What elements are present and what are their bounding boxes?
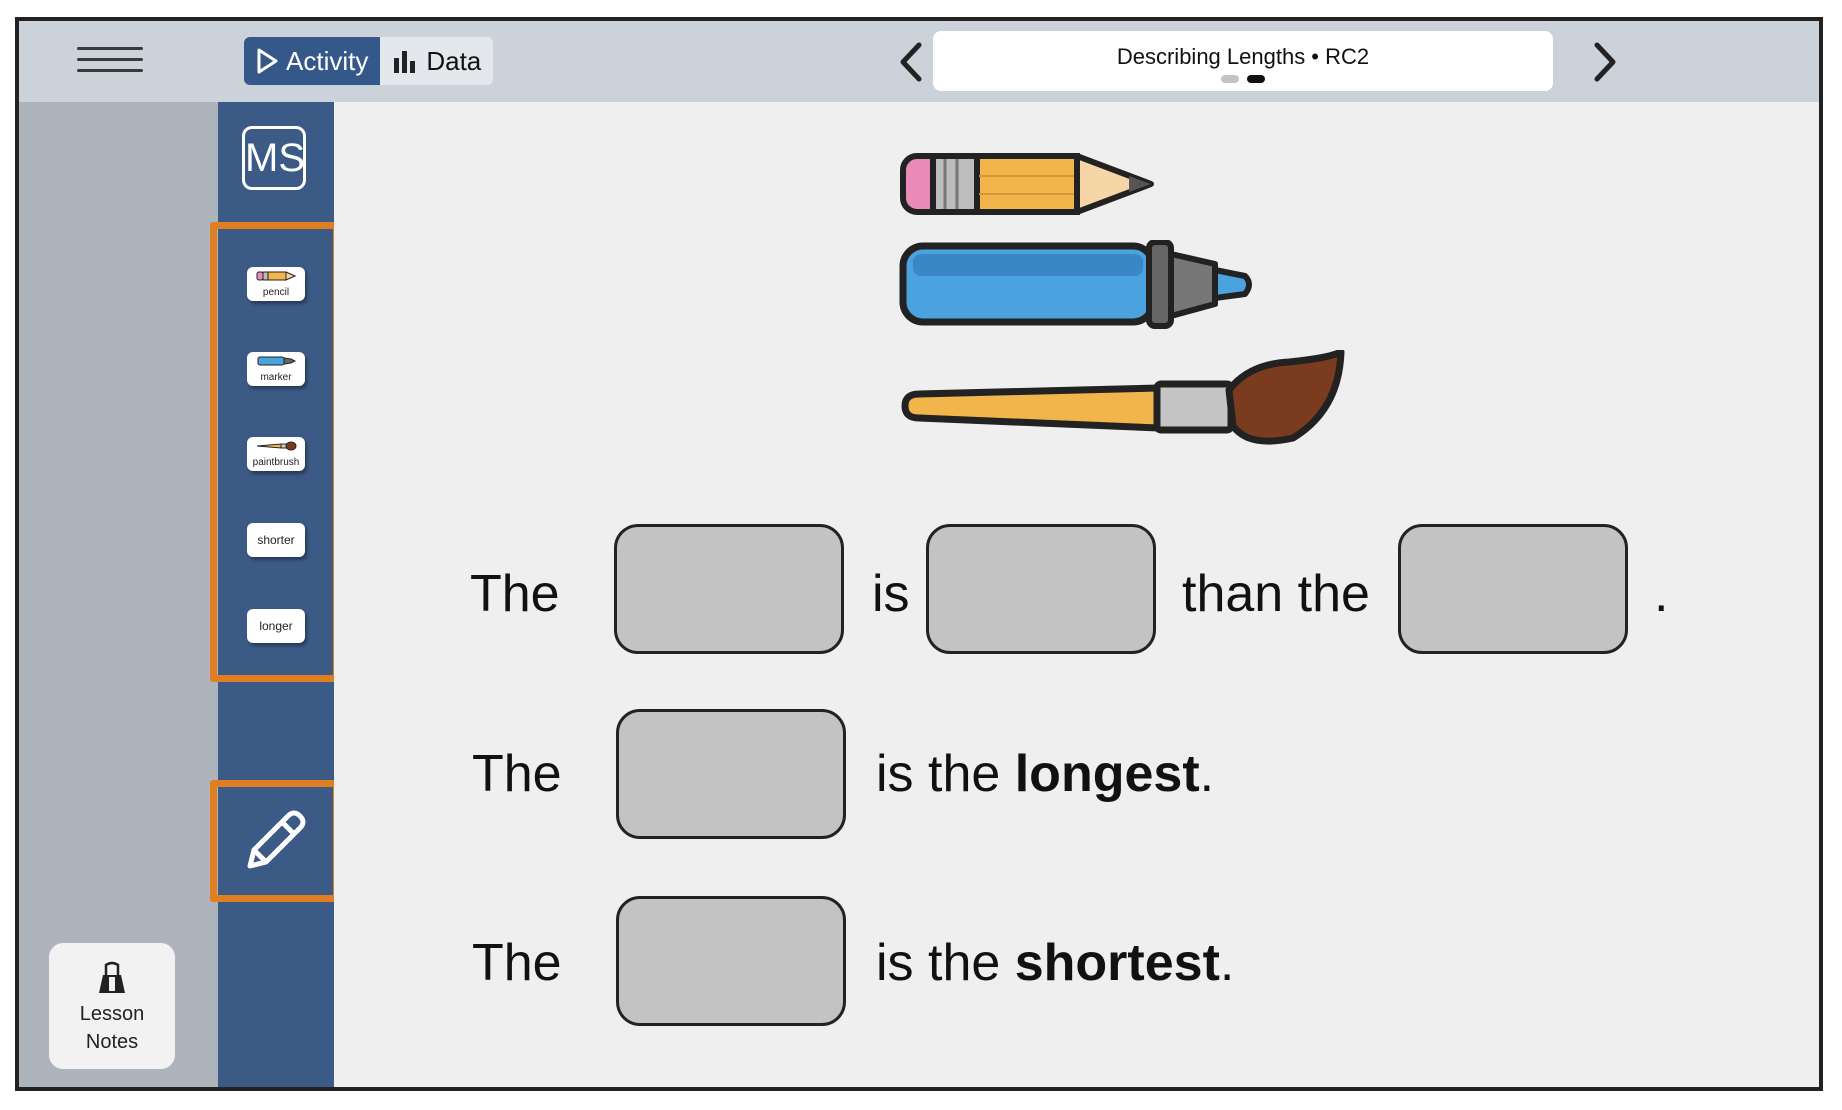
sentence2-period: . xyxy=(1199,745,1215,803)
sentence3-period: . xyxy=(1219,934,1235,992)
sentence2-blank[interactable] xyxy=(616,709,846,839)
sentence3-text: is the shortest. xyxy=(876,933,1234,993)
sentence1-is: is xyxy=(872,565,910,623)
page-dot-2[interactable] xyxy=(1247,75,1265,83)
sentence3-rest: is the xyxy=(876,934,1015,992)
view-tabs: Activity Data xyxy=(244,37,494,85)
pencil-tool-button[interactable] xyxy=(210,780,340,902)
tab-data[interactable]: Data xyxy=(380,37,494,85)
card-longer[interactable]: longer xyxy=(247,609,305,643)
card-pencil-label: pencil xyxy=(262,287,290,298)
word-card-palette: pencil marker paintbrush shorter longer xyxy=(210,222,340,682)
sentence1-than-the: than the xyxy=(1182,565,1370,623)
bar-chart-icon xyxy=(394,51,416,73)
tab-activity[interactable]: Activity xyxy=(244,37,381,85)
top-bar: Activity Data Describing Lengths • RC2 xyxy=(19,21,1819,102)
sentence2-the: The xyxy=(472,745,562,803)
previous-arrow-icon[interactable] xyxy=(891,39,931,85)
card-shorter-label: shorter xyxy=(257,533,295,547)
marker-icon xyxy=(257,356,297,366)
play-icon xyxy=(257,48,278,74)
card-shorter[interactable]: shorter xyxy=(247,523,305,557)
user-avatar[interactable]: MS xyxy=(242,126,306,190)
card-marker[interactable]: marker xyxy=(247,352,305,386)
sentence3-the: The xyxy=(472,934,562,992)
tool-sidebar: MS pencil marker paintbrush shorter long… xyxy=(210,102,340,1087)
tab-data-label: Data xyxy=(426,45,482,76)
lesson-notes-line2: Notes xyxy=(85,1031,139,1053)
sentence2-text: is the longest. xyxy=(876,744,1214,804)
page-indicator xyxy=(933,75,1553,83)
app-frame: Activity Data Describing Lengths • RC2 M… xyxy=(15,17,1823,1091)
sentence2-bold-word: longest xyxy=(1014,745,1200,803)
card-paintbrush-label: paintbrush xyxy=(252,457,300,468)
pencil-tool-icon xyxy=(247,810,306,869)
binder-clip-icon xyxy=(99,961,125,993)
sentence3-blank[interactable] xyxy=(616,896,846,1026)
menu-icon[interactable] xyxy=(77,47,143,75)
marker-illustration xyxy=(899,240,1252,329)
tab-activity-label: Activity xyxy=(286,45,369,76)
lesson-notes-line1: Lesson xyxy=(79,1003,145,1025)
paintbrush-illustration xyxy=(901,350,1345,445)
next-arrow-icon[interactable] xyxy=(1585,39,1625,85)
sentence1-blank-2[interactable] xyxy=(926,524,1156,654)
pencil-icon xyxy=(256,271,297,281)
pencil-illustration xyxy=(900,153,1154,215)
paintbrush-icon xyxy=(256,441,297,451)
page-dot-1[interactable] xyxy=(1221,75,1239,83)
lesson-title: Describing Lengths • RC2 xyxy=(1116,44,1370,69)
sentence3-bold-word: shortest xyxy=(1014,934,1220,992)
sentence2-rest: is the xyxy=(876,745,1015,803)
card-pencil[interactable]: pencil xyxy=(247,267,305,301)
activity-canvas: The is than the . The is the longest. Th… xyxy=(334,102,1819,1087)
card-longer-label: longer xyxy=(259,619,293,633)
sentence1-the: The xyxy=(470,565,560,623)
lesson-title-box: Describing Lengths • RC2 xyxy=(933,31,1553,91)
lesson-notes-button[interactable]: Lesson Notes xyxy=(49,943,175,1069)
sentence1-blank-1[interactable] xyxy=(614,524,844,654)
sentence1-period: . xyxy=(1654,565,1669,623)
sentence1-blank-3[interactable] xyxy=(1398,524,1628,654)
card-marker-label: marker xyxy=(260,372,292,383)
card-paintbrush[interactable]: paintbrush xyxy=(247,437,305,471)
